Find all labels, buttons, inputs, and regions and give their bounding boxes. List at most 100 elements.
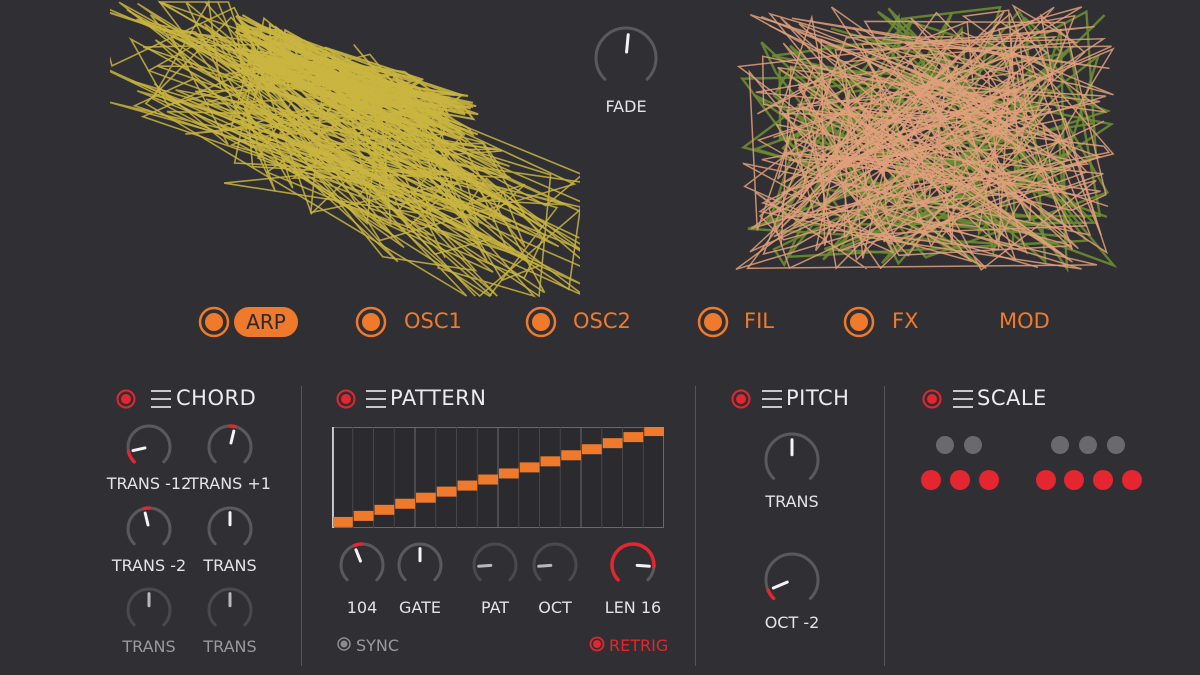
power-icon[interactable] <box>843 306 875 338</box>
chord-trans-knob[interactable] <box>205 504 255 554</box>
chord-enable-led[interactable] <box>116 389 136 409</box>
section-divider <box>884 386 885 666</box>
scale-key-black <box>1051 436 1069 454</box>
step-bar <box>436 486 457 497</box>
knob-track <box>532 542 578 582</box>
scale-key-black <box>1107 436 1125 454</box>
step-bar <box>582 444 602 455</box>
section-divider <box>301 386 302 666</box>
sync-toggle-icon[interactable] <box>337 637 351 651</box>
power-icon[interactable] <box>525 306 557 338</box>
step-bar <box>457 480 478 491</box>
tab-osc2[interactable]: OSC2 <box>573 309 631 333</box>
step-bar <box>499 468 519 479</box>
pattern-enable-led[interactable] <box>336 389 356 409</box>
knob-value-arc <box>126 449 136 464</box>
knob-indicator <box>131 446 147 453</box>
step-bar <box>333 516 353 527</box>
chord-menu-icon[interactable] <box>151 390 171 408</box>
scale-key-white <box>950 470 970 490</box>
knob-track <box>764 552 820 600</box>
step-bar <box>478 474 498 485</box>
power-icon[interactable] <box>198 306 230 338</box>
step-bar <box>540 456 561 467</box>
scale-enable-led[interactable] <box>922 389 942 409</box>
pattern-knob[interactable] <box>470 540 520 590</box>
length-label: LEN 16 <box>604 598 662 617</box>
knob-track <box>126 424 172 464</box>
gate-knob[interactable] <box>395 540 445 590</box>
scale-key-black <box>964 436 982 454</box>
knob-indicator <box>143 511 150 527</box>
step-bar <box>374 504 395 515</box>
retrig-toggle-label[interactable]: RETRIG <box>609 636 668 655</box>
tempo-label: 104 <box>346 598 378 617</box>
chord-knob-label: TRANS -2 <box>111 556 187 575</box>
pitch-menu-icon[interactable] <box>762 390 782 408</box>
scale-title: SCALE <box>977 386 1047 410</box>
chord-knob-label: TRANS +1 <box>189 474 271 493</box>
knob-value-arc <box>352 542 364 548</box>
chord-trans-knob[interactable] <box>124 504 174 554</box>
tab-mod[interactable]: MOD <box>999 309 1050 333</box>
scale-key-white <box>921 470 941 490</box>
visualizer-left <box>110 0 580 298</box>
chord-knob-label: TRANS <box>122 637 176 656</box>
gate-label: GATE <box>399 598 441 617</box>
chord-trans-knob[interactable] <box>124 585 174 635</box>
pattern-title: PATTERN <box>390 386 487 410</box>
tab-fx[interactable]: FX <box>892 309 918 333</box>
pitch-octave-knob[interactable] <box>762 550 822 610</box>
knob-indicator <box>537 563 553 568</box>
sync-toggle-label[interactable]: SYNC <box>356 636 399 655</box>
tab-osc1[interactable]: OSC1 <box>404 309 462 333</box>
visualizer-right <box>735 4 1118 273</box>
pattern-label: PAT <box>480 598 510 617</box>
chord-knob-label: TRANS <box>203 556 257 575</box>
scale-key-white <box>1093 470 1113 490</box>
fade-knob-dial <box>594 26 658 81</box>
step-bar <box>623 432 644 443</box>
scale-menu-icon[interactable] <box>953 390 973 408</box>
octave-knob[interactable] <box>530 540 580 590</box>
knob-value-arc <box>610 542 656 582</box>
chord-trans-knob[interactable] <box>205 422 255 472</box>
step-bar <box>416 492 436 503</box>
section-divider <box>695 386 696 666</box>
chord-title: CHORD <box>176 386 257 410</box>
pitch-trans-knob[interactable] <box>762 430 822 490</box>
chord-knob-label: TRANS -12 <box>106 474 192 493</box>
knob-indicator <box>229 429 236 445</box>
knob-indicator <box>354 548 362 563</box>
step-bar <box>519 462 540 473</box>
pitch-octave-label: OCT -2 <box>764 613 820 632</box>
chord-trans-knob[interactable] <box>205 585 255 635</box>
knob-track <box>339 542 385 582</box>
tab-fil[interactable]: FIL <box>744 309 774 333</box>
chord-knob-label: TRANS <box>203 637 257 656</box>
fade-label: FADE <box>605 97 647 116</box>
tempo-knob[interactable] <box>337 540 387 590</box>
power-icon[interactable] <box>355 306 387 338</box>
tab-arp-label: ARP <box>246 310 286 334</box>
knob-indicator <box>625 33 630 54</box>
step-bar <box>395 498 415 509</box>
length-knob[interactable] <box>608 540 658 590</box>
knob-indicator <box>635 563 651 568</box>
scale-key-black <box>936 436 954 454</box>
tab-arp[interactable]: ARP <box>234 307 298 337</box>
pitch-trans-label: TRANS <box>765 492 819 511</box>
step-sequencer-grid[interactable] <box>332 427 664 528</box>
retrig-toggle-icon[interactable] <box>589 636 605 652</box>
scale-keyboard[interactable] <box>915 430 1155 500</box>
chord-trans-knob[interactable] <box>124 422 174 472</box>
pattern-menu-icon[interactable] <box>366 390 386 408</box>
knob-track <box>472 542 518 582</box>
fade-knob[interactable] <box>592 24 660 92</box>
knob-value-arc <box>766 588 776 601</box>
step-bar <box>353 510 374 521</box>
knob-value-arc <box>142 506 151 511</box>
power-icon[interactable] <box>697 306 729 338</box>
pitch-enable-led[interactable] <box>731 389 751 409</box>
knob-indicator <box>771 580 789 590</box>
